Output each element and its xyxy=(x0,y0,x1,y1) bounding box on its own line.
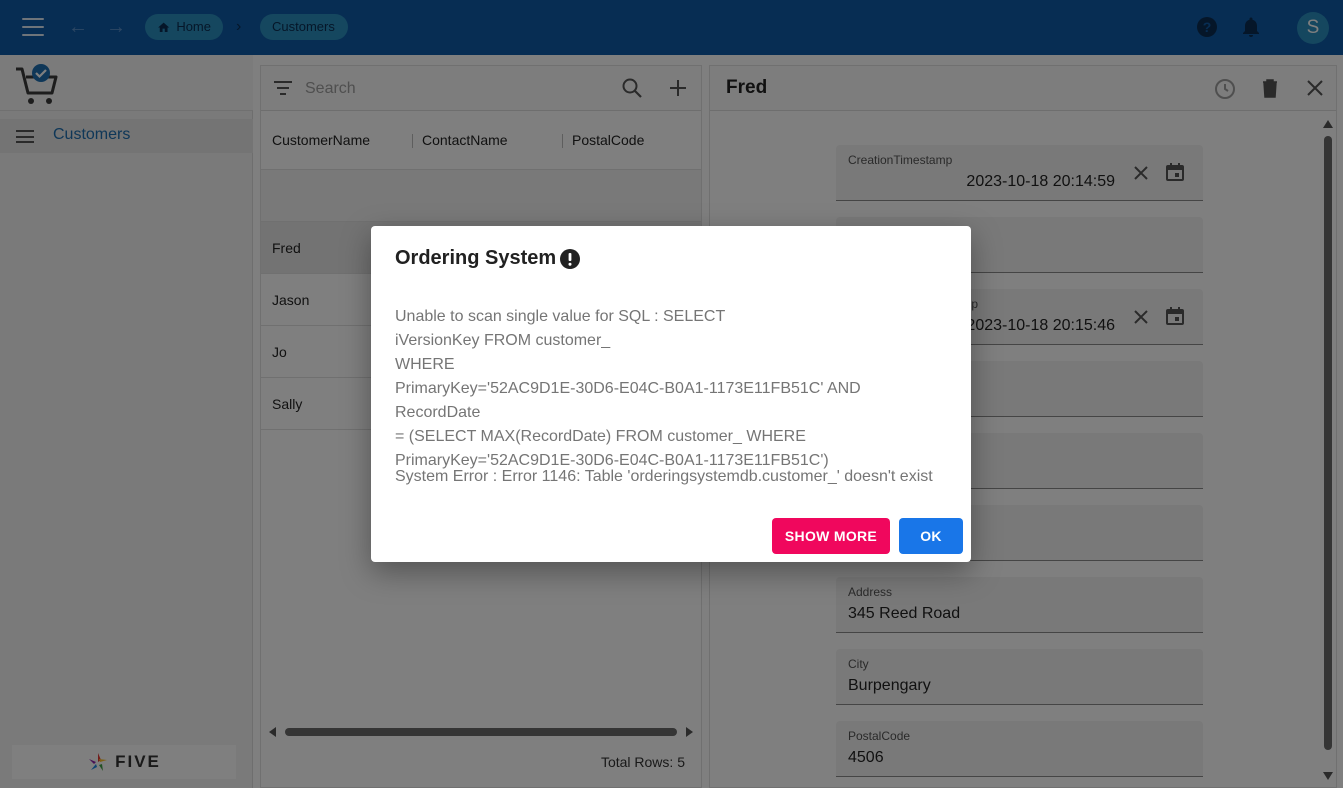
dialog-title-text: Ordering System xyxy=(395,247,557,269)
ok-button[interactable]: OK xyxy=(899,518,963,554)
error-exclamation-icon xyxy=(560,248,581,269)
dialog-message: Unable to scan single value for SQL : SE… xyxy=(395,308,861,469)
dialog-title: Ordering System xyxy=(395,247,581,270)
error-dialog: Ordering System Unable to scan single va… xyxy=(371,226,971,562)
dialog-system-error: System Error : Error 1146: Table 'orderi… xyxy=(395,468,933,485)
show-more-button[interactable]: SHOW MORE xyxy=(772,518,890,554)
